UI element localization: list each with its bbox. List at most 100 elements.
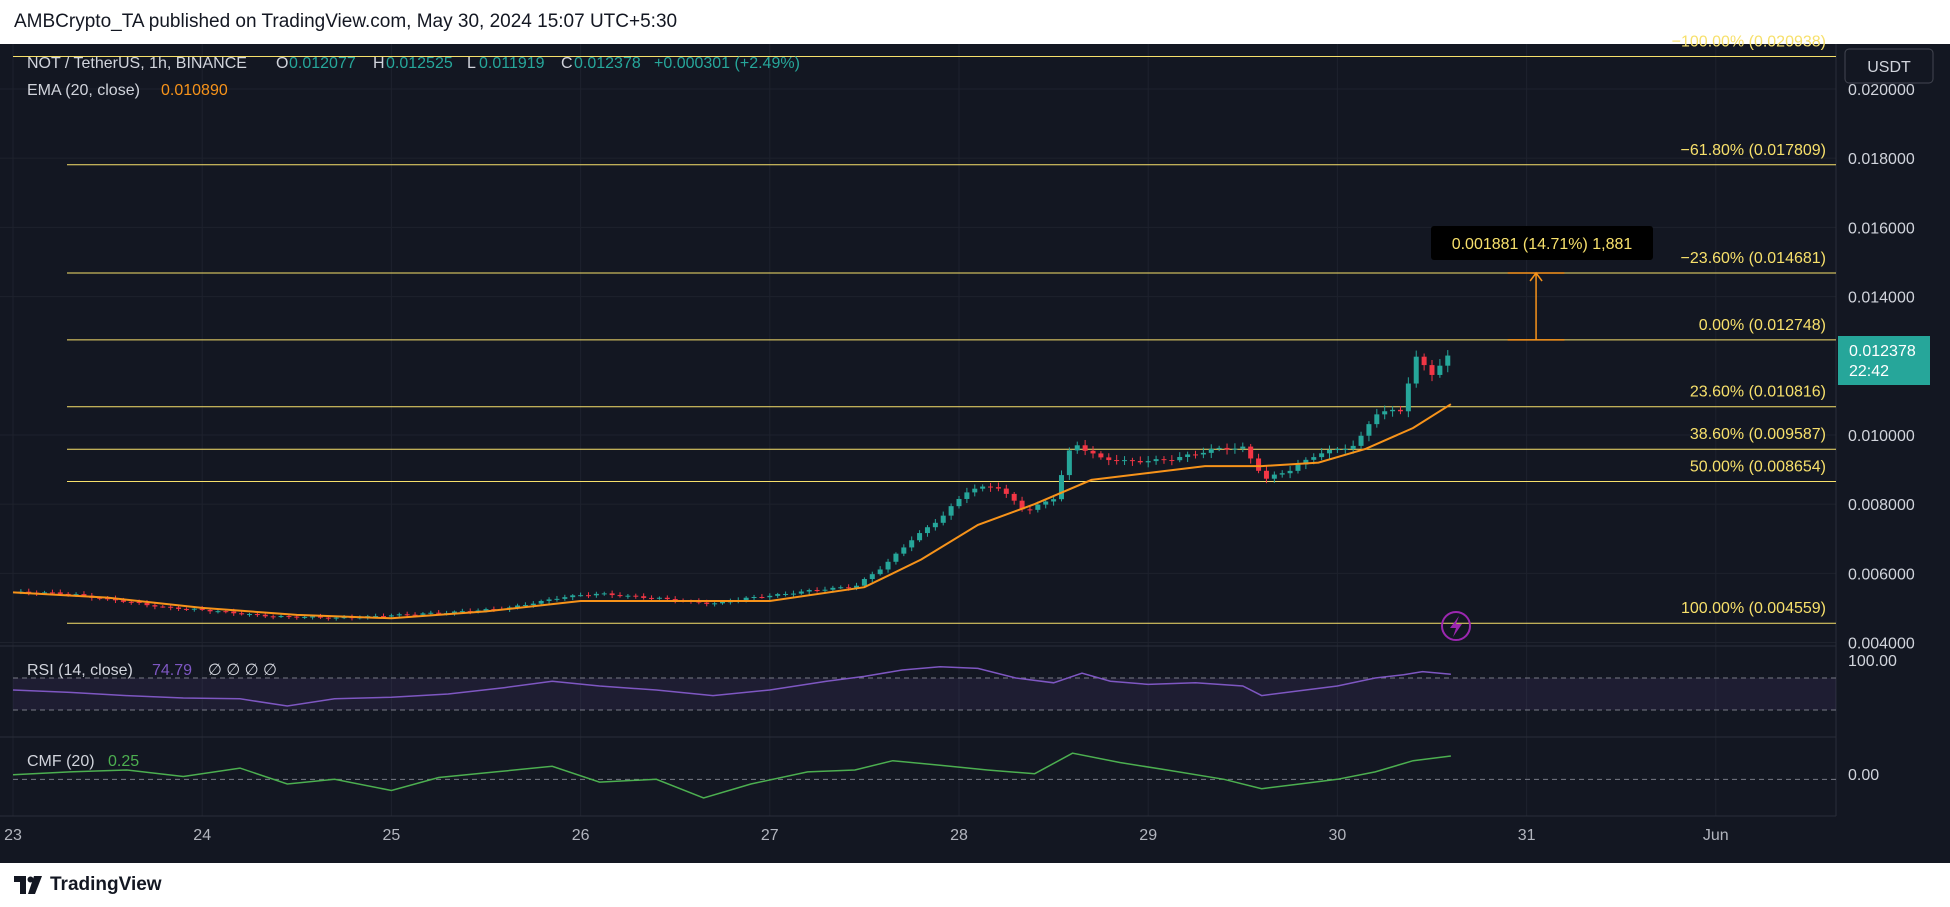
footer-bar: TradingView xyxy=(0,863,1950,907)
candle-body xyxy=(1248,446,1254,459)
candle-body xyxy=(538,600,544,604)
candle-body xyxy=(191,608,197,610)
candle-body xyxy=(247,614,252,616)
candle-body xyxy=(231,611,237,614)
candle-body xyxy=(1074,445,1080,451)
candle-body xyxy=(1066,450,1072,476)
candle-body xyxy=(530,603,536,606)
candle-body xyxy=(932,522,938,528)
price-tick-label: 0.006000 xyxy=(1848,566,1915,583)
candle-body xyxy=(578,595,584,597)
candle-body xyxy=(1397,409,1403,412)
candle-body xyxy=(1098,453,1104,458)
candle-body xyxy=(1129,460,1135,462)
open-label: O xyxy=(276,55,288,72)
candle-body xyxy=(956,498,962,507)
price-tick-label: 0.008000 xyxy=(1848,497,1915,514)
ema-value: 0.010890 xyxy=(161,82,228,99)
candle-body xyxy=(1327,449,1333,454)
candle-body xyxy=(830,587,836,590)
high-label: H xyxy=(373,55,385,72)
candle-body xyxy=(1082,445,1088,451)
candle-body xyxy=(1263,470,1269,479)
candle-body xyxy=(641,596,647,598)
candle-body xyxy=(1334,449,1340,451)
candle-body xyxy=(1366,424,1372,436)
candle-body xyxy=(1027,509,1033,511)
candle-body xyxy=(1090,450,1096,454)
cmf-label: CMF (20) xyxy=(27,753,95,770)
candle-body xyxy=(1437,365,1443,375)
candle-body xyxy=(1421,356,1427,366)
tradingview-logo[interactable]: TradingView xyxy=(14,874,162,896)
candle-body xyxy=(948,506,954,516)
last-price-badge: 0.012378 22:42 xyxy=(1838,336,1930,385)
candle-body xyxy=(1232,448,1238,450)
candle-body xyxy=(262,614,268,617)
candle-body xyxy=(625,595,631,597)
candle-body xyxy=(1122,460,1128,462)
candle-body xyxy=(310,616,316,618)
candle-body xyxy=(609,593,615,596)
candle-body xyxy=(1382,411,1388,415)
candle-body xyxy=(1114,460,1120,462)
candle-body xyxy=(1390,409,1396,412)
candle-body xyxy=(846,587,852,589)
candle-body xyxy=(420,613,426,615)
currency-button[interactable]: USDT xyxy=(1844,48,1934,84)
candle-body xyxy=(995,487,1001,489)
candle-body xyxy=(120,600,126,602)
candle-body xyxy=(1271,474,1277,479)
time-tick-label: 27 xyxy=(761,827,779,844)
rsi-extras: ∅ ∅ ∅ ∅ xyxy=(208,662,277,679)
candle-body xyxy=(1216,447,1222,449)
candle-body xyxy=(1413,356,1419,384)
candle-body xyxy=(554,598,560,600)
candle-body xyxy=(1153,459,1159,462)
candle-body xyxy=(1051,499,1057,502)
candle-body xyxy=(152,605,158,607)
candle-body xyxy=(1224,447,1230,450)
fib-level-label: −23.60% (0.014681) xyxy=(1681,250,1826,267)
candle-body xyxy=(1161,459,1167,461)
candle-body xyxy=(1311,457,1317,460)
candle-body xyxy=(239,613,245,615)
candle-body xyxy=(1319,453,1325,458)
candle-body xyxy=(814,590,820,592)
chart-canvas[interactable]: −100.00% (0.020938) −61.80% (0.017809) −23… xyxy=(0,0,1950,907)
candle-body xyxy=(1350,445,1356,449)
candle-body xyxy=(278,616,284,618)
open-value: 0.012077 xyxy=(289,55,356,72)
candle-body xyxy=(176,607,182,609)
last-price: 0.012378 xyxy=(1849,343,1916,360)
cmf-axis-label: 0.00 xyxy=(1848,767,1879,784)
rsi-value: 74.79 xyxy=(152,662,192,679)
candle-body xyxy=(1358,435,1364,446)
candle-body xyxy=(128,601,134,603)
time-tick-label: 30 xyxy=(1329,827,1347,844)
candle-body xyxy=(1185,454,1191,458)
candle-body xyxy=(743,597,749,601)
candle-body xyxy=(404,614,410,616)
chart-background xyxy=(0,44,1950,863)
candle-body xyxy=(1145,461,1151,463)
time-tick-label: 24 xyxy=(193,827,211,844)
price-tick-label: 0.014000 xyxy=(1848,290,1915,307)
candle-body xyxy=(57,592,63,594)
time-tick-label: Jun xyxy=(1703,827,1729,844)
candle-body xyxy=(601,593,607,595)
candle-body xyxy=(980,486,986,489)
rsi-axis-label: 100.00 xyxy=(1848,653,1897,670)
time-tick-label: 28 xyxy=(950,827,968,844)
measure-tooltip: 0.001881 (14.71%) 1,881 xyxy=(1452,236,1633,253)
candle-body xyxy=(712,603,718,605)
candle-body xyxy=(1405,383,1411,412)
candle-body xyxy=(1200,452,1206,455)
candle-body xyxy=(1287,470,1293,474)
candle-body xyxy=(1035,504,1041,510)
fib-level-label: 0.00% (0.012748) xyxy=(1699,317,1826,334)
price-tick-label: 0.018000 xyxy=(1848,151,1915,168)
tradingview-logo-icon xyxy=(14,876,42,894)
candle-body xyxy=(459,611,465,613)
change-value: +0.000301 (+2.49%) xyxy=(654,55,800,72)
